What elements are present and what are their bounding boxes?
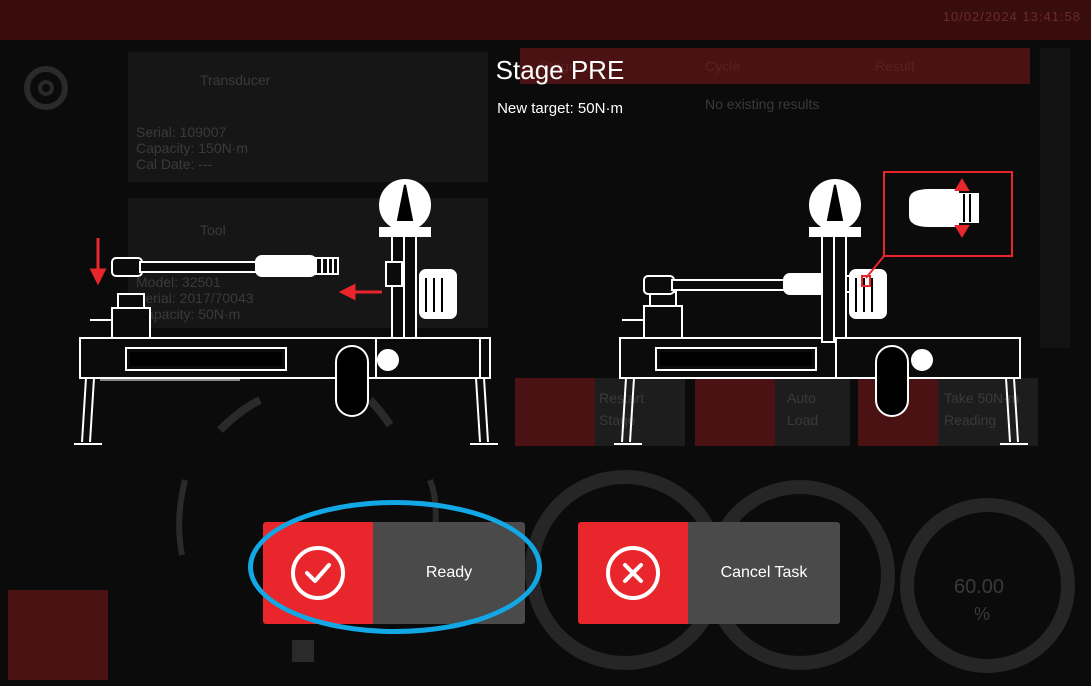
bench-engaged-illustration <box>614 171 1028 445</box>
back-button[interactable] <box>8 590 108 680</box>
app-frame: 10/02/2024 13:41:58 Transducer Serial: 1… <box>0 0 1091 686</box>
gauge-value: 60.00 <box>954 576 1005 598</box>
datetime-text: 10/02/2024 13:41:58 <box>942 9 1081 24</box>
cancel-task-label: Cancel Task <box>688 522 840 624</box>
close-icon <box>606 546 660 600</box>
transducer-serial: Serial: 109007 <box>136 124 227 140</box>
restart-stage-button[interactable] <box>515 378 595 446</box>
top-bar: 10/02/2024 13:41:58 <box>0 0 1091 40</box>
percentage-gauge: 60.00 % <box>900 498 1075 673</box>
results-empty-text: No existing results <box>705 96 820 112</box>
ready-label: Ready <box>373 522 525 624</box>
small-square-indicator <box>292 640 314 662</box>
ready-button[interactable]: Ready <box>263 522 525 624</box>
gauge-unit: % <box>974 604 991 624</box>
cancel-task-button[interactable]: Cancel Task <box>578 522 840 624</box>
results-col-cycle: Cycle <box>705 58 741 74</box>
ready-icon-box <box>263 522 373 624</box>
settings-gear-icon[interactable] <box>24 66 68 110</box>
modal-subtitle: New target: 50N·m <box>497 100 623 117</box>
transducer-card: Transducer Serial: 109007 Capacity: 150N… <box>128 52 488 182</box>
bench-load-illustration <box>74 179 498 445</box>
cancel-icon-box <box>578 522 688 624</box>
results-col-result: Result <box>875 58 915 74</box>
modal-title: Stage PRE <box>495 55 625 85</box>
checkmark-icon <box>291 546 345 600</box>
transducer-capacity: Capacity: 150N·m <box>136 140 249 156</box>
results-scrollbar[interactable] <box>1040 48 1070 348</box>
transducer-title: Transducer <box>200 72 271 88</box>
